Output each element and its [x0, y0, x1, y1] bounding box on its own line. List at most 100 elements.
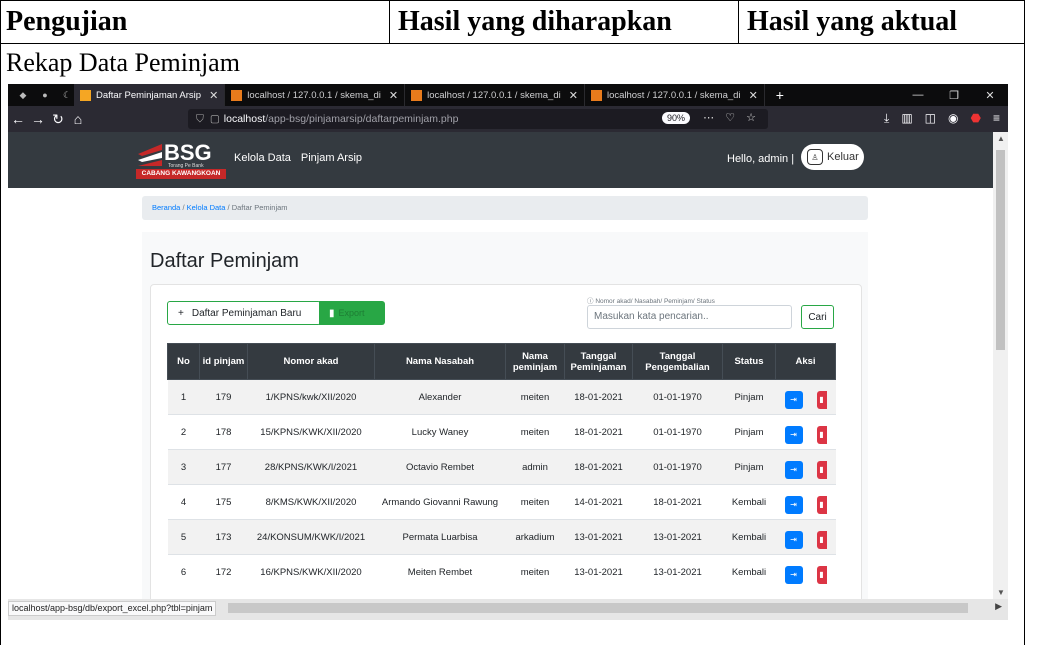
action-cell: ⇥ ▮ [775, 554, 836, 590]
export-button[interactable]: ▮ Export [319, 301, 385, 325]
table-row: 5 173 24/KONSUM/KWK/I/2021 Permata Luarbisa… [167, 519, 836, 555]
breadcrumb-home[interactable]: Beranda [152, 203, 180, 212]
delete-icon[interactable]: ▮ [816, 425, 827, 444]
scroll-right-icon[interactable]: ▶ [995, 601, 1002, 612]
delete-icon[interactable]: ▮ [816, 460, 827, 479]
doc-header-actual: Hasil yang aktual [747, 6, 958, 37]
table-cell: 18-01-2021 [632, 484, 723, 520]
table-cell: 4 [167, 484, 200, 520]
url-bar[interactable]: ⛉ ▢ localhost/app-bsg/pinjamarsip/daftar… [188, 109, 768, 129]
browser-window: ◆ ● ☾ Daftar Peminjaman Arsip ✕ localhos… [8, 84, 1008, 620]
back-icon[interactable]: ← [8, 111, 28, 127]
sidebar-icon[interactable]: ◫ [925, 111, 936, 126]
delete-icon[interactable]: ▮ [816, 495, 827, 514]
main-menu: Kelola Data Pinjam Arsip [234, 152, 362, 164]
scroll-up-icon[interactable]: ▲ [997, 134, 1005, 143]
home-icon[interactable]: ⌂ [68, 111, 88, 127]
close-tab-icon[interactable]: ✕ [209, 89, 218, 102]
minimize-icon[interactable]: — [900, 89, 936, 101]
library-icon[interactable]: ▥ [901, 111, 912, 126]
col-tanggal-peminjaman: Tanggal Peminjaman [564, 343, 633, 380]
breadcrumb-kelola-data[interactable]: Kelola Data [187, 203, 226, 212]
new-loan-button[interactable]: + Daftar Peminjaman Baru [167, 301, 321, 325]
tab-phpmyadmin-3[interactable]: localhost / 127.0.0.1 / skema_di ✕ [585, 84, 765, 106]
bsg-logo-icon [138, 144, 162, 166]
table-cell: Meiten Rembet [374, 554, 506, 590]
sync-icon[interactable]: ☾ [60, 88, 74, 102]
return-icon[interactable]: ⇥ [784, 390, 803, 409]
tab-phpmyadmin-2[interactable]: localhost / 127.0.0.1 / skema_di ✕ [405, 84, 585, 106]
table-cell: Pinjam [722, 414, 776, 450]
forward-icon[interactable]: → [28, 111, 48, 127]
firefox-view-icon[interactable]: ◆ [16, 88, 30, 102]
delete-icon[interactable]: ▮ [816, 530, 827, 549]
table-cell: 28/KPNS/KWK/I/2021 [247, 449, 375, 485]
action-cell: ⇥ ▮ [775, 414, 836, 450]
table-cell: 5 [167, 519, 200, 555]
col-nama-nasabah: Nama Nasabah [374, 343, 506, 380]
doc-header-expected: Hasil yang diharapkan [398, 6, 672, 37]
table-cell: meiten [505, 484, 565, 520]
restore-icon[interactable]: ❐ [936, 89, 972, 102]
return-icon[interactable]: ⇥ [784, 425, 803, 444]
search-hint: ⓘ Nomor akad/ Nasabah/ Peminjam/ Status [587, 298, 715, 305]
reload-icon[interactable]: ↻ [48, 111, 68, 128]
page-title: Daftar Peminjam [150, 250, 299, 272]
search-button[interactable]: Cari [801, 305, 834, 329]
return-icon[interactable]: ⇥ [784, 565, 803, 584]
file-excel-icon: ▮ [329, 307, 335, 319]
zoom-badge[interactable]: 90% [661, 112, 690, 124]
action-cell: ⇥ ▮ [775, 519, 836, 555]
close-tab-icon[interactable]: ✕ [389, 89, 398, 102]
delete-icon[interactable]: ▮ [816, 565, 827, 584]
doc-subtitle: Rekap Data Peminjam [6, 48, 240, 77]
menu-pinjam-arsip[interactable]: Pinjam Arsip [301, 152, 362, 164]
toolbar-icons: ⤓ ▥ ◫ ◉ ⬣ ≡ [884, 111, 1000, 126]
privacy-icon[interactable]: ● [38, 88, 52, 102]
page-actions-icon[interactable]: ⋯ ♡ ☆ [703, 111, 760, 124]
table-cell: 2 [167, 414, 200, 450]
menu-kelola-data[interactable]: Kelola Data [234, 152, 291, 164]
close-window-icon[interactable]: ✕ [972, 89, 1008, 102]
tab-favicon-icon [80, 89, 91, 101]
table-cell: Kembali [722, 484, 776, 520]
scroll-thumb[interactable] [996, 150, 1005, 350]
tab-phpmyadmin-1[interactable]: localhost / 127.0.0.1 / skema_di ✕ [225, 84, 406, 106]
menu-icon[interactable]: ≡ [993, 111, 1000, 126]
table-cell: Alexander [374, 379, 506, 415]
page-viewport: BSG Torang Pe Bank CABANG KAWANGKOAN Kel… [8, 132, 993, 599]
return-icon[interactable]: ⇥ [784, 495, 803, 514]
table-row: 2 178 15/KPNS/KWK/XII/2020 Lucky Waney meite… [167, 414, 836, 450]
horizontal-scrollbar[interactable] [228, 603, 968, 613]
table-cell: 13-01-2021 [564, 554, 633, 590]
close-tab-icon[interactable]: ✕ [749, 89, 758, 102]
user-icon: ♙ [807, 149, 823, 165]
search-input[interactable]: Masukan kata pencarian.. [587, 305, 792, 329]
table-cell: 15/KPNS/KWK/XII/2020 [247, 414, 375, 450]
delete-icon[interactable]: ▮ [816, 390, 827, 409]
account-icon[interactable]: ◉ [948, 111, 958, 126]
close-tab-icon[interactable]: ✕ [569, 89, 578, 102]
table-cell: 13-01-2021 [564, 519, 633, 555]
loan-table: No id pinjam Nomor akad Nama Nasabah Nam… [167, 343, 836, 590]
download-icon[interactable]: ⤓ [884, 111, 889, 126]
phpmyadmin-icon [411, 89, 423, 101]
table-cell: 8/KMS/KWK/XII/2020 [247, 484, 375, 520]
new-tab-icon[interactable]: + [773, 87, 787, 103]
table-row: 3 177 28/KPNS/KWK/I/2021 Octavio Rembet admi… [167, 449, 836, 485]
table-cell: arkadium [505, 519, 565, 555]
vertical-scrollbar[interactable]: ▲ ▼ [993, 132, 1008, 599]
return-icon[interactable]: ⇥ [784, 460, 803, 479]
table-cell: Octavio Rembet [374, 449, 506, 485]
table-cell: 18-01-2021 [564, 379, 633, 415]
tab-daftar-peminjaman[interactable]: Daftar Peminjaman Arsip ✕ [74, 84, 226, 106]
scroll-down-icon[interactable]: ▼ [997, 588, 1005, 597]
table-cell: 1 [167, 379, 200, 415]
table-cell: 13-01-2021 [632, 519, 723, 555]
abp-icon[interactable]: ⬣ [971, 111, 981, 126]
return-icon[interactable]: ⇥ [784, 530, 803, 549]
greeting: Hello, admin | [727, 153, 795, 165]
bsg-logo: BSG Torang Pe Bank CABANG KAWANGKOAN [136, 140, 226, 182]
tab-bar: ◆ ● ☾ Daftar Peminjaman Arsip ✕ localhos… [8, 84, 1008, 106]
logout-button[interactable]: ♙ Keluar [801, 144, 864, 170]
